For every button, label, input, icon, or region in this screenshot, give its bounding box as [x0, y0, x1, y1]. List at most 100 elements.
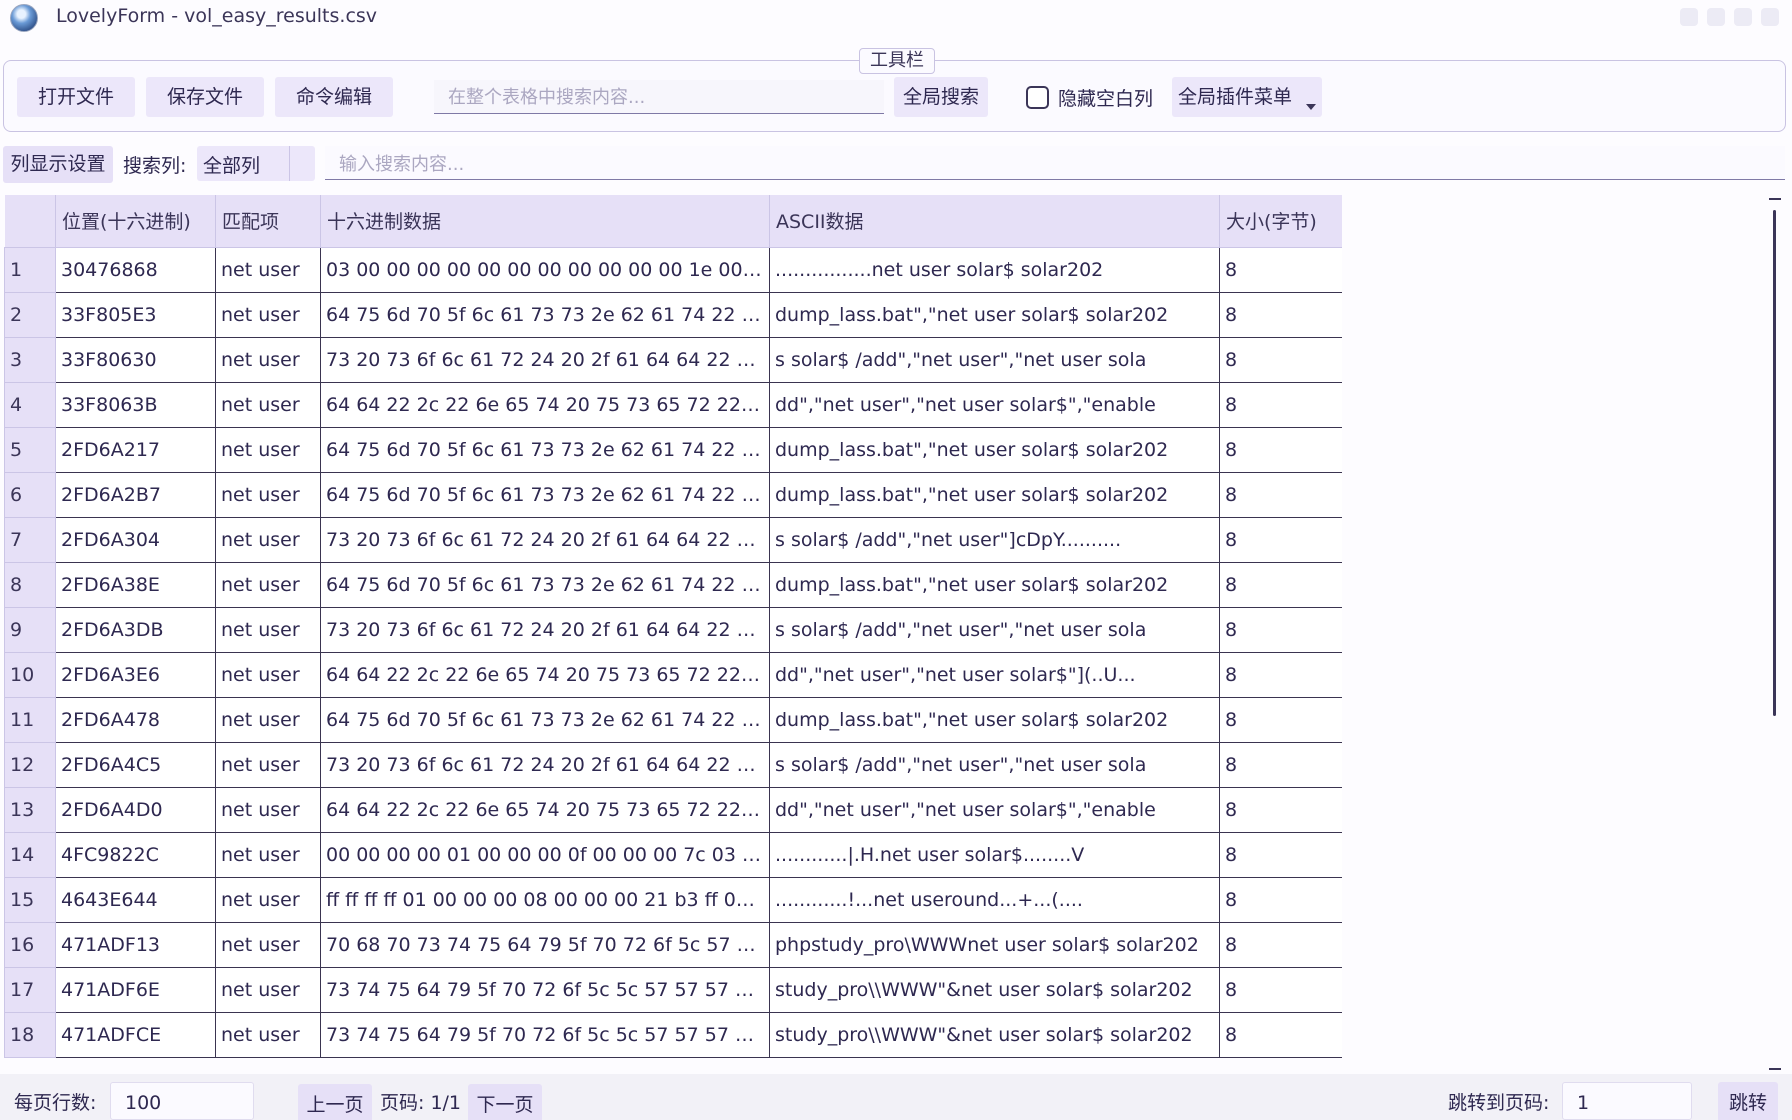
row-number[interactable]: 10: [4, 651, 56, 698]
plugin-menu-button[interactable]: 全局插件菜单: [1172, 77, 1322, 117]
header-ascii-data[interactable]: ASCII数据: [769, 195, 1220, 248]
scroll-thumb[interactable]: [1773, 210, 1776, 716]
cell-position[interactable]: 2FD6A2B7: [55, 471, 216, 518]
column-search-input[interactable]: 输入搜索内容...: [325, 146, 1785, 180]
cell-match[interactable]: net user: [215, 426, 321, 473]
row-number[interactable]: 5: [4, 426, 56, 473]
row-number[interactable]: 11: [4, 696, 56, 743]
cell-match[interactable]: net user: [215, 381, 321, 428]
jump-to-page-spinbox[interactable]: 1: [1562, 1082, 1692, 1120]
cell-size[interactable]: 8: [1219, 1011, 1342, 1058]
cell-size[interactable]: 8: [1219, 966, 1342, 1013]
cell-size[interactable]: 8: [1219, 336, 1342, 383]
cell-hex-data[interactable]: 70 68 70 73 74 75 64 79 5f 70 72 6f 5c 5…: [320, 921, 770, 968]
cell-size[interactable]: 8: [1219, 561, 1342, 608]
row-number[interactable]: 13: [4, 786, 56, 833]
minimize-button[interactable]: [1680, 8, 1698, 26]
open-file-button[interactable]: 打开文件: [17, 77, 135, 117]
cell-match[interactable]: net user: [215, 471, 321, 518]
row-number[interactable]: 17: [4, 966, 56, 1013]
table-row[interactable]: 7 2FD6A304 net user 73 20 73 6f 6c 61 72 24…: [4, 516, 1342, 563]
row-number[interactable]: 8: [4, 561, 56, 608]
cell-size[interactable]: 8: [1219, 696, 1342, 743]
row-number[interactable]: 6: [4, 471, 56, 518]
table-row[interactable]: 17 471ADF6E net user 73 74 75 64 79 5f 70 7…: [4, 966, 1342, 1013]
cell-position[interactable]: 4643E644: [55, 876, 216, 923]
search-column-select[interactable]: 全部列: [197, 146, 315, 181]
cell-size[interactable]: 8: [1219, 381, 1342, 428]
cell-ascii-data[interactable]: phpstudy_pro\WWWnet user solar$ solar202: [769, 921, 1220, 968]
cell-ascii-data[interactable]: dump_lass.bat","net user solar$ solar202: [769, 561, 1220, 608]
cell-position[interactable]: 33F8063B: [55, 381, 216, 428]
cell-ascii-data[interactable]: s solar$ /add","net user","net user sola: [769, 606, 1220, 653]
cell-hex-data[interactable]: 64 75 6d 70 5f 6c 61 73 73 2e 62 61 74 2…: [320, 426, 770, 473]
cell-position[interactable]: 2FD6A478: [55, 696, 216, 743]
cell-match[interactable]: net user: [215, 786, 321, 833]
cell-size[interactable]: 8: [1219, 471, 1342, 518]
row-number[interactable]: 2: [4, 291, 56, 338]
cell-ascii-data[interactable]: s solar$ /add","net user"]cDpY..........: [769, 516, 1220, 563]
cell-hex-data[interactable]: 64 75 6d 70 5f 6c 61 73 73 2e 62 61 74 2…: [320, 471, 770, 518]
next-page-button[interactable]: 下一页: [468, 1084, 542, 1120]
cell-ascii-data[interactable]: s solar$ /add","net user","net user sola: [769, 741, 1220, 788]
table-row[interactable]: 12 2FD6A4C5 net user 73 20 73 6f 6c 61 72 2…: [4, 741, 1342, 788]
header-hex-data[interactable]: 十六进制数据: [320, 195, 770, 248]
row-number[interactable]: 4: [4, 381, 56, 428]
cell-hex-data[interactable]: 64 75 6d 70 5f 6c 61 73 73 2e 62 61 74 2…: [320, 696, 770, 743]
cell-ascii-data[interactable]: dump_lass.bat","net user solar$ solar202: [769, 471, 1220, 518]
cell-match[interactable]: net user: [215, 516, 321, 563]
table-row[interactable]: 9 2FD6A3DB net user 73 20 73 6f 6c 61 72 24…: [4, 606, 1342, 653]
cell-match[interactable]: net user: [215, 336, 321, 383]
cell-position[interactable]: 471ADF13: [55, 921, 216, 968]
row-number[interactable]: 1: [4, 246, 56, 293]
row-number[interactable]: 15: [4, 876, 56, 923]
cell-size[interactable]: 8: [1219, 606, 1342, 653]
table-row[interactable]: 16 471ADF13 net user 70 68 70 73 74 75 64 7…: [4, 921, 1342, 968]
cell-match[interactable]: net user: [215, 291, 321, 338]
cell-hex-data[interactable]: 64 75 6d 70 5f 6c 61 73 73 2e 62 61 74 2…: [320, 561, 770, 608]
cell-hex-data[interactable]: 64 64 22 2c 22 6e 65 74 20 75 73 65 72 2…: [320, 651, 770, 698]
cell-hex-data[interactable]: 73 20 73 6f 6c 61 72 24 20 2f 61 64 64 2…: [320, 741, 770, 788]
vertical-scrollbar[interactable]: [1764, 196, 1786, 1074]
cell-position[interactable]: 2FD6A38E: [55, 561, 216, 608]
cell-match[interactable]: net user: [215, 831, 321, 878]
table-row[interactable]: 2 33F805E3 net user 64 75 6d 70 5f 6c 61 73…: [4, 291, 1342, 338]
extra-window-button[interactable]: [1761, 8, 1779, 26]
maximize-button[interactable]: [1707, 8, 1725, 26]
cell-hex-data[interactable]: ff ff ff ff 01 00 00 00 08 00 00 00 21 b…: [320, 876, 770, 923]
cell-size[interactable]: 8: [1219, 741, 1342, 788]
cell-match[interactable]: net user: [215, 561, 321, 608]
cell-ascii-data[interactable]: s solar$ /add","net user","net user sola: [769, 336, 1220, 383]
cell-position[interactable]: 2FD6A4D0: [55, 786, 216, 833]
cell-position[interactable]: 471ADF6E: [55, 966, 216, 1013]
close-button[interactable]: [1734, 8, 1752, 26]
table-row[interactable]: 6 2FD6A2B7 net user 64 75 6d 70 5f 6c 61 73…: [4, 471, 1342, 518]
header-match[interactable]: 匹配项: [215, 195, 321, 248]
table-row[interactable]: 4 33F8063B net user 64 64 22 2c 22 6e 65 74…: [4, 381, 1342, 428]
cell-size[interactable]: 8: [1219, 246, 1342, 293]
prev-page-button[interactable]: 上一页: [298, 1084, 372, 1120]
cell-match[interactable]: net user: [215, 876, 321, 923]
cell-match[interactable]: net user: [215, 1011, 321, 1058]
cell-match[interactable]: net user: [215, 966, 321, 1013]
cell-size[interactable]: 8: [1219, 786, 1342, 833]
cell-match[interactable]: net user: [215, 651, 321, 698]
cell-size[interactable]: 8: [1219, 651, 1342, 698]
row-number[interactable]: 16: [4, 921, 56, 968]
corner-header[interactable]: [4, 195, 56, 248]
cell-ascii-data[interactable]: dump_lass.bat","net user solar$ solar202: [769, 696, 1220, 743]
row-number[interactable]: 14: [4, 831, 56, 878]
cell-ascii-data[interactable]: dd","net user","net user solar$","enable: [769, 786, 1220, 833]
cell-ascii-data[interactable]: study_pro\\WWW"&net user solar$ solar202: [769, 966, 1220, 1013]
cell-position[interactable]: 33F805E3: [55, 291, 216, 338]
table-row[interactable]: 13 2FD6A4D0 net user 64 64 22 2c 22 6e 65 7…: [4, 786, 1342, 833]
row-number[interactable]: 7: [4, 516, 56, 563]
cell-position[interactable]: 4FC9822C: [55, 831, 216, 878]
command-edit-button[interactable]: 命令编辑: [275, 77, 393, 117]
cell-position[interactable]: 2FD6A304: [55, 516, 216, 563]
scroll-down-arrow-icon[interactable]: [1769, 1068, 1781, 1070]
cell-match[interactable]: net user: [215, 246, 321, 293]
header-position[interactable]: 位置(十六进制): [55, 195, 216, 248]
cell-ascii-data[interactable]: dump_lass.bat","net user solar$ solar202: [769, 291, 1220, 338]
cell-position[interactable]: 2FD6A3E6: [55, 651, 216, 698]
